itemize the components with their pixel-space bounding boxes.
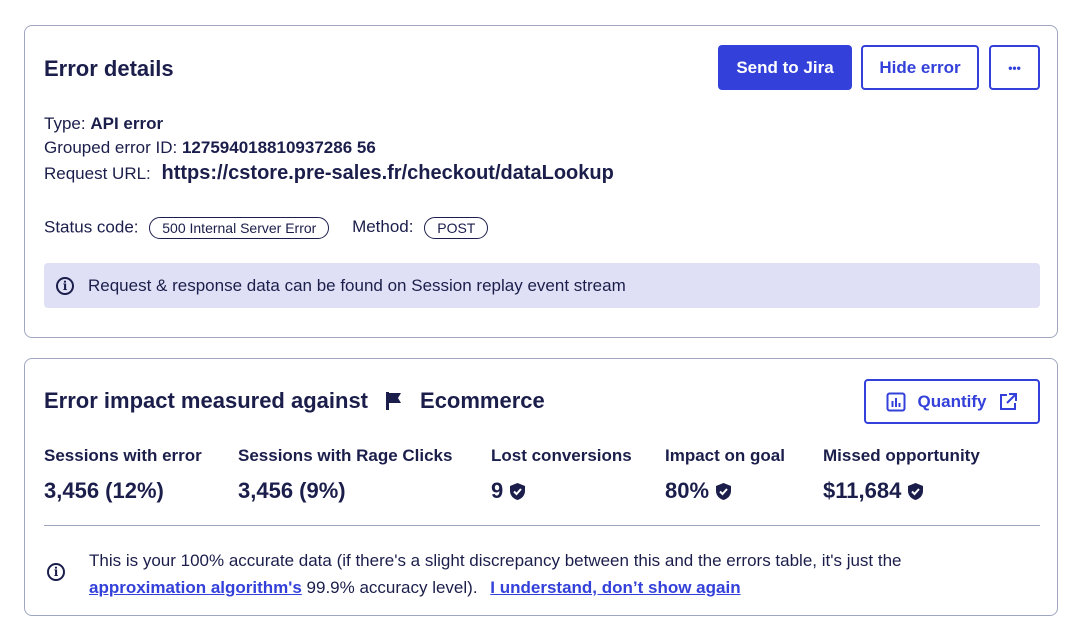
status-code-label: Status code:	[44, 217, 139, 237]
metric-value-text: 3,456 (9%)	[238, 478, 346, 503]
metric-sessions-with-rage-clicks: Sessions with Rage Clicks 3,456 (9%)	[238, 446, 452, 504]
metric-value: 3,456 (12%)	[44, 478, 202, 504]
note-info-icon: i	[47, 563, 65, 581]
metric-value: 9	[491, 478, 632, 504]
more-icon: •••	[1008, 60, 1021, 75]
metric-sessions-with-error: Sessions with error 3,456 (12%)	[44, 446, 202, 504]
chart-icon	[886, 392, 906, 411]
info-banner-text: Request & response data can be found on …	[88, 275, 626, 295]
info-icon: i	[56, 276, 74, 295]
metric-value-text: $11,684	[823, 478, 902, 503]
metric-missed-opportunity: Missed opportunity $11,684	[823, 446, 980, 504]
error-details-card: Error details Send to Jira Hide error ••…	[24, 25, 1058, 338]
grouped-error-label: Grouped error ID:	[44, 138, 178, 157]
method-label: Method:	[352, 217, 414, 237]
metric-label: Sessions with Rage Clicks	[238, 446, 453, 465]
quantify-button[interactable]: Quantify	[864, 379, 1040, 424]
request-url-value: https://cstore.pre-sales.fr/checkout/dat…	[161, 162, 614, 184]
metric-value-text: 9	[491, 478, 504, 503]
metric-value: $11,684	[823, 478, 980, 504]
impact-divider	[44, 525, 1040, 526]
metric-label: Impact on goal	[665, 446, 785, 465]
request-url-label: Request URL:	[44, 164, 151, 183]
metric-value: 3,456 (9%)	[238, 478, 452, 504]
error-type-value: API error	[90, 114, 164, 133]
approximation-algorithm-link[interactable]: approximation algorithm's	[89, 578, 302, 597]
status-method-row: Status code: 500 Internal Server Error M…	[44, 217, 489, 239]
impact-title-text: Error impact measured against	[44, 388, 369, 413]
flag-icon	[386, 392, 402, 410]
grouped-error-value: 127594018810937286 56	[181, 138, 376, 157]
note-text: This is your 100% accurate data (if ther…	[89, 551, 902, 570]
info-banner: i Request & response data can be found o…	[44, 263, 1040, 308]
note-text-2: 99.9% accuracy level).	[306, 578, 478, 597]
metric-label: Lost conversions	[491, 446, 632, 465]
impact-title: Error impact measured against Ecommerce	[44, 388, 545, 414]
verified-shield-icon	[716, 482, 732, 500]
grouped-error-row: Grouped error ID: 127594018810937286 56	[44, 138, 376, 158]
metric-value-text: 80%	[665, 478, 710, 503]
quantify-label: Quantify	[917, 391, 987, 411]
metric-impact-on-goal: Impact on goal 80%	[665, 446, 785, 504]
metric-label: Missed opportunity	[823, 446, 980, 465]
hide-error-button[interactable]: Hide error	[861, 45, 979, 90]
more-options-button[interactable]: •••	[989, 45, 1040, 90]
error-impact-card: Error impact measured against Ecommerce …	[24, 358, 1058, 616]
verified-shield-icon	[510, 482, 526, 500]
goal-name: Ecommerce	[420, 388, 545, 413]
error-type-label: Type:	[44, 114, 86, 133]
error-type-row: Type: API error	[44, 114, 163, 134]
method-badge: POST	[424, 217, 489, 239]
verified-shield-icon	[908, 482, 924, 500]
send-to-jira-button[interactable]: Send to Jira	[718, 45, 852, 90]
metric-value-text: 3,456 (12%)	[44, 478, 164, 503]
status-code-badge: 500 Internal Server Error	[149, 217, 330, 239]
metric-lost-conversions: Lost conversions 9	[491, 446, 632, 504]
error-details-title: Error details	[44, 56, 174, 81]
metric-value: 80%	[665, 478, 785, 504]
request-url-row: Request URL: https://cstore.pre-sales.fr…	[44, 162, 614, 185]
external-link-icon	[1000, 392, 1018, 410]
accuracy-note: This is your 100% accurate data (if ther…	[89, 547, 1039, 601]
metric-label: Sessions with error	[44, 446, 202, 465]
dismiss-note-link[interactable]: I understand, don’t show again	[490, 578, 740, 597]
